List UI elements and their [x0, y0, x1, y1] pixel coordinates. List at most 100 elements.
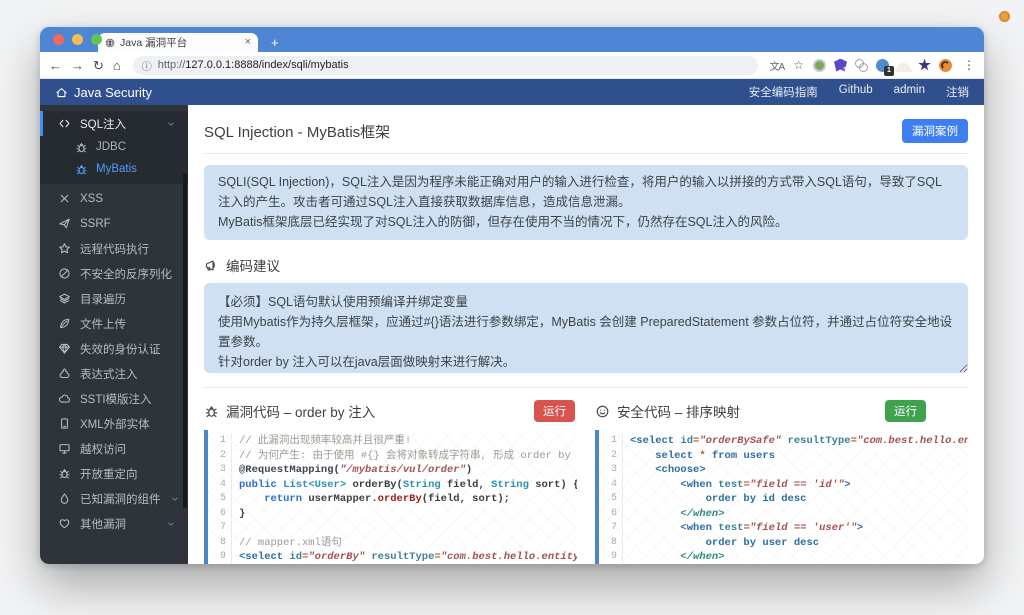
tab-close-icon[interactable]: × — [245, 37, 251, 48]
main-content: SQL Injection - MyBatis框架 漏洞案例 SQLI(SQL … — [188, 105, 984, 564]
forward-icon[interactable]: → — [71, 59, 84, 72]
sidebar-item-4[interactable]: 不安全的反序列化 — [40, 261, 188, 286]
droplet-icon — [58, 492, 71, 505]
heart-icon — [58, 517, 71, 530]
sidebar-list: SQL注入 JDBC MyBatis XSS SSRF 远程代码执行不安全的反序列化目录遍… — [40, 111, 188, 536]
code-line: 2// 为何产生: 由于使用 #{} 会将对象转成字符串, 形成 order b… — [208, 448, 577, 464]
sidebar-item-label: SQL注入 — [80, 118, 127, 131]
line-number: 2 — [208, 448, 232, 464]
url-bar[interactable]: ⓘ http://127.0.0.1:8888/index/sqli/mybat… — [132, 55, 758, 75]
gem-icon — [58, 342, 71, 355]
line-number: 7 — [208, 521, 232, 536]
sidebar-item-1[interactable]: XSS — [40, 186, 188, 211]
globe-extension-icon[interactable]: 1 — [876, 58, 894, 76]
run-vuln-button[interactable]: 运行 — [534, 400, 575, 423]
line-number: 2 — [599, 448, 623, 464]
advice-heading-label: 编码建议 — [226, 259, 280, 275]
sidebar-item-label: 已知漏洞的组件 — [80, 493, 161, 506]
links-extension-icon[interactable] — [855, 58, 868, 72]
record-extension-icon[interactable] — [813, 58, 826, 72]
bookmark-star-icon[interactable]: ☆ — [793, 58, 804, 72]
section-divider — [204, 387, 968, 389]
shield-extension-icon-badge: 17 — [842, 65, 851, 74]
sidebar-item-7[interactable]: 失效的身份认证 — [40, 336, 188, 361]
line-number: 6 — [208, 506, 232, 522]
code-line: 5 return userMapper.orderBy(field, sort)… — [208, 492, 577, 507]
screen-recording-indicator — [999, 11, 1010, 22]
brand-label: Java Security — [74, 84, 153, 100]
nav-link-0[interactable]: 安全编码指南 — [749, 84, 818, 100]
smile-icon — [595, 404, 610, 419]
sidebar-item-14[interactable]: 其他漏洞 — [40, 511, 188, 536]
hat-extension-icon[interactable] — [895, 63, 912, 72]
advice-textarea[interactable] — [204, 283, 968, 374]
line-number: 8 — [208, 535, 232, 551]
new-tab-button[interactable]: + — [271, 36, 279, 49]
sidebar-scrollbar[interactable] — [183, 173, 187, 508]
browser-tab[interactable]: Java 漏洞平台 × — [98, 33, 258, 52]
sidebar-item-3[interactable]: 远程代码执行 — [40, 236, 188, 261]
sidebar-subitem-JDBC[interactable]: JDBC — [40, 136, 188, 158]
sidebar-item-5[interactable]: 目录遍历 — [40, 286, 188, 311]
sidebar-item-0[interactable]: SQL注入 — [40, 111, 188, 136]
sidebar-item-label: 失效的身份认证 — [80, 343, 161, 356]
vuln-code-editor[interactable]: 1// 此漏洞出现频率较高并且很严重! 2// 为何产生: 由于使用 #{} 会将… — [204, 430, 577, 564]
site-info-icon[interactable]: ⓘ — [142, 58, 152, 73]
sidebar-item-label: SSTI模版注入 — [80, 393, 152, 406]
sidebar-item-8[interactable]: 表达式注入 — [40, 361, 188, 386]
megaphone-icon — [204, 258, 219, 273]
chevron-down-icon — [166, 119, 176, 129]
reload-icon[interactable]: ↻ — [93, 59, 104, 72]
brand[interactable]: Java Security — [55, 85, 152, 100]
sidebar-item-10[interactable]: XML外部实体 — [40, 411, 188, 436]
url-text[interactable]: http://127.0.0.1:8888/index/sqli/mybatis — [158, 59, 349, 71]
sidebar-item-label: XSS — [80, 192, 104, 205]
line-number: 6 — [599, 506, 623, 522]
zoom-window-button[interactable] — [91, 34, 102, 45]
sidebar-item-9[interactable]: SSTI模版注入 — [40, 386, 188, 411]
safe-code-editor[interactable]: 1 <select id="orderBySafe" resultType="co… — [595, 430, 968, 564]
nav-link-2[interactable]: admin — [894, 84, 925, 100]
sidebar-item-2[interactable]: SSRF — [40, 211, 188, 236]
sidebar-item-11[interactable]: 越权访问 — [40, 436, 188, 461]
intro-alert: SQLI(SQL Injection)，SQL注入是因为程序未能正确对用户的输入… — [204, 165, 968, 241]
sidebar-item-12[interactable]: 开放重定向 — [40, 461, 188, 486]
sidebar-item-6[interactable]: 文件上传 — [40, 311, 188, 336]
page-header: SQL Injection - MyBatis框架 漏洞案例 — [204, 115, 968, 154]
close-window-button[interactable] — [53, 34, 64, 45]
code-line: 2 select * from users — [599, 448, 968, 464]
nav-link-3[interactable]: 注销 — [946, 84, 969, 100]
browser-toolbar: ← → ↻ ⌂ ⓘ http://127.0.0.1:8888/index/sq… — [40, 52, 984, 79]
vuln-code-header: 漏洞代码 – order by 注入 运行 — [204, 400, 577, 423]
code-line: 4 <when test="field == 'id'"> — [599, 477, 968, 493]
line-number: 7 — [599, 521, 623, 536]
sidebar-item-label: 开放重定向 — [80, 468, 138, 481]
avatar-extension-icon[interactable] — [939, 58, 952, 72]
sidebar-item-13[interactable]: 已知漏洞的组件 — [40, 486, 188, 511]
browser-window: Java 漏洞平台 × + ← → ↻ ⌂ ⓘ http://127.0.0.1… — [40, 27, 984, 564]
sidebar-item-label: SSRF — [80, 217, 111, 230]
line-number: 4 — [208, 477, 232, 493]
star-extension-icon[interactable] — [918, 58, 931, 71]
poo-icon — [58, 367, 71, 380]
vuln-case-button[interactable]: 漏洞案例 — [902, 119, 968, 143]
code-line: 9 </when> — [599, 550, 968, 564]
translate-icon[interactable]: 文A — [770, 58, 786, 73]
minimize-window-button[interactable] — [72, 34, 83, 45]
back-icon[interactable]: ← — [49, 59, 62, 72]
sidebar-subitem-MyBatis[interactable]: MyBatis — [40, 158, 188, 180]
intro-line: MyBatis框架底层已经实现了对SQL注入的防御，但存在使用不当的情况下，仍然… — [218, 214, 788, 229]
sidebar-item-label: XML外部实体 — [80, 418, 150, 431]
run-safe-button[interactable]: 运行 — [885, 400, 926, 423]
tablet-icon — [58, 417, 71, 430]
code-line: 3 @RequestMapping("/mybatis/vul/order") — [208, 463, 577, 478]
browser-menu-icon[interactable]: ⋮ — [963, 58, 975, 72]
code-line: 6} — [208, 506, 577, 522]
nav-link-1[interactable]: Github — [839, 84, 873, 100]
home-icon[interactable]: ⌂ — [113, 59, 121, 72]
page-title: SQL Injection - MyBatis框架 — [204, 123, 391, 141]
shield-extension-icon[interactable]: 17 — [834, 58, 847, 72]
line-number: 8 — [599, 535, 623, 551]
sidebar-item-label: 不安全的反序列化 — [80, 268, 172, 281]
sidebar-subitem-label: MyBatis — [96, 163, 137, 175]
